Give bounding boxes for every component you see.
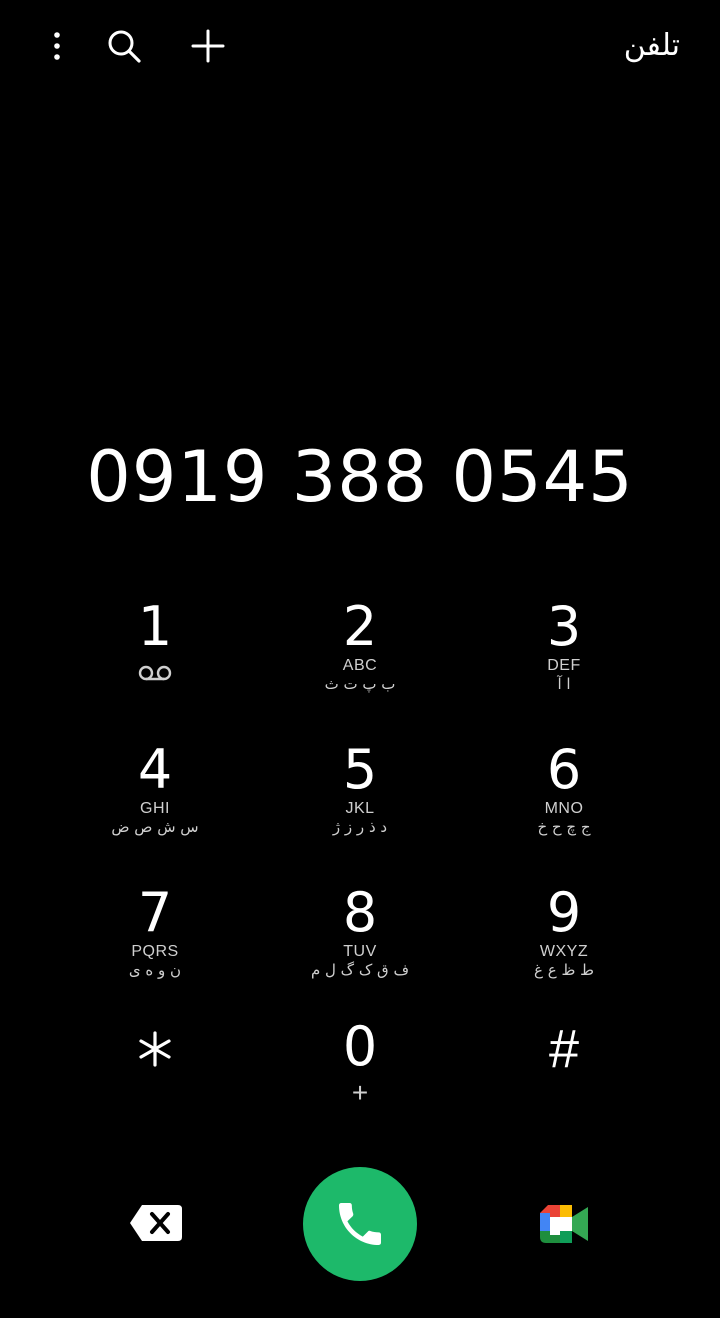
key-0[interactable]: 0 + [260,1017,460,1147]
dialer-actions [0,1165,720,1285]
key-digit: 0 [342,1015,378,1078]
key-latin-letters: WXYZ [539,943,589,960]
key-4[interactable]: 4 GHI س ش ص ض [55,740,255,870]
key-digit: 4 [137,738,173,801]
key-latin-letters: TUV [343,943,377,960]
key-9[interactable]: 9 WXYZ ط ظ ع غ [464,883,664,1013]
key-6[interactable]: 6 MNO ج چ ح خ [464,740,664,870]
key-farsi-letters: ب پ ت ث [324,675,396,693]
key-1[interactable]: 1 [55,597,255,727]
key-digit: 9 [546,881,582,944]
key-digit: 5 [342,738,378,801]
key-digit: 6 [546,738,582,801]
key-5[interactable]: 5 JKL د ذ ر ز ژ [260,740,460,870]
key-hash[interactable]: # [464,1017,664,1147]
top-bar: تلفن [0,0,720,92]
call-button[interactable] [303,1167,417,1281]
key-latin-letters: DEF [547,657,581,674]
key-digit: 3 [546,595,582,658]
key-star[interactable]: * [55,1017,255,1147]
search-button[interactable] [102,24,146,68]
key-latin-letters: JKL [345,800,375,817]
google-meet-icon [540,1205,588,1243]
key-farsi-letters: ف ق ک گ ل م [310,961,410,979]
key-farsi-letters: د ذ ر ز ژ [332,818,388,836]
key-digit: 2 [342,595,378,658]
key-latin-letters: MNO [544,800,584,817]
key-digit: # [548,1019,580,1079]
phone-icon [339,1203,381,1245]
dialed-number-display[interactable]: 0919 388 0545 [0,435,720,519]
key-farsi-letters: ن و ه ی [128,961,182,979]
voicemail-icon [138,665,172,681]
key-digit: 8 [342,881,378,944]
key-digit: 7 [137,881,173,944]
asterisk-icon [139,1031,171,1067]
key-8[interactable]: 8 TUV ف ق ک گ ل م [260,883,460,1013]
add-contact-button[interactable] [186,24,230,68]
more-options-button[interactable] [35,24,79,68]
add-icon [191,29,225,63]
key-farsi-letters: ج چ ح خ [537,818,591,836]
key-latin-letters: GHI [140,800,170,817]
key-farsi-letters: ط ظ ع غ [534,961,594,979]
key-latin-letters: PQRS [131,943,179,960]
video-call-button[interactable] [538,1203,590,1245]
key-7[interactable]: 7 PQRS ن و ه ی [55,883,255,1013]
backspace-button[interactable] [128,1203,184,1243]
key-2[interactable]: 2 ABC ب پ ت ث [260,597,460,727]
page-title: تلفن [623,28,680,63]
key-farsi-letters: س ش ص ض [111,818,199,836]
search-icon [108,30,141,63]
backspace-icon [130,1205,182,1241]
key-digit: 1 [137,595,173,658]
key-plus-sign: + [351,1077,369,1108]
key-3[interactable]: 3 DEF ا آ [464,597,664,727]
key-latin-letters: ABC [342,657,378,674]
more-vert-icon [54,32,60,60]
key-farsi-letters: ا آ [557,675,571,693]
